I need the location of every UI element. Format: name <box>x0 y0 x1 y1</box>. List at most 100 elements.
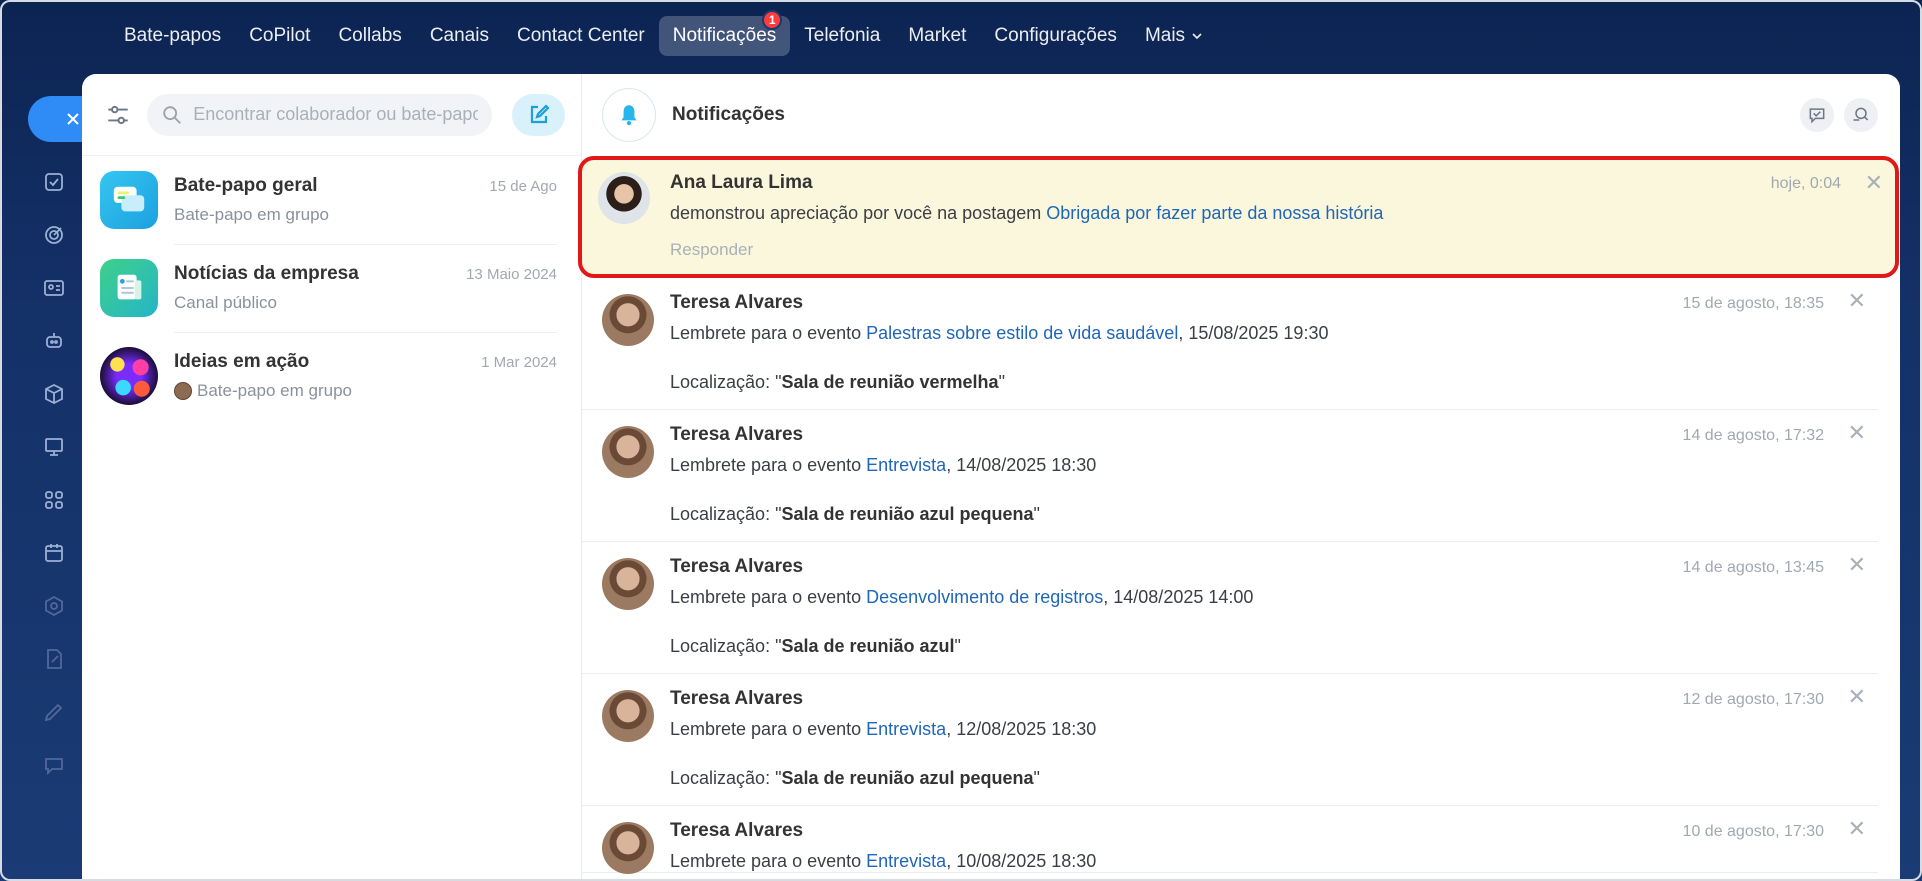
close-icon <box>67 113 79 125</box>
nav-contact-center[interactable]: Contact Center <box>503 16 659 56</box>
close-icon[interactable]: ✕ <box>1848 422 1866 444</box>
chat-name: Ideias em ação <box>174 351 310 372</box>
close-icon[interactable]: ✕ <box>1848 818 1866 840</box>
notification-time: 10 de agosto, 17:30 <box>1682 823 1824 840</box>
messenger-panel: Bate-papo geral 15 de Ago Bate-papo em g… <box>82 74 1900 881</box>
chat-name: Notícias da empresa <box>174 263 359 284</box>
close-icon[interactable]: ✕ <box>1848 554 1866 576</box>
location-suffix: " <box>1033 768 1040 788</box>
nav-label: Mais <box>1144 25 1186 46</box>
notification-text: Lembrete para o evento <box>670 851 867 871</box>
nav-telefonia[interactable]: Telefonia <box>790 16 894 56</box>
contact-card-icon[interactable] <box>34 268 74 308</box>
nav-bate-papos[interactable]: Bate-papos <box>110 16 235 56</box>
close-icon[interactable]: ✕ <box>1848 290 1866 312</box>
location-name: Sala de reunião azul pequena <box>781 504 1034 524</box>
location-name: Sala de reunião azul <box>781 636 955 656</box>
new-chat-button[interactable] <box>512 93 565 136</box>
notification-time: 12 de agosto, 17:30 <box>1682 691 1824 708</box>
event-link[interactable]: Palestras sobre estilo de vida saudável <box>866 323 1178 343</box>
chat-date: 15 de Ago <box>489 178 557 195</box>
nav-market[interactable]: Market <box>894 16 980 56</box>
avatar <box>602 294 654 346</box>
box-icon[interactable] <box>34 374 74 414</box>
nav-label: Notificações <box>672 25 777 46</box>
target-icon[interactable] <box>34 215 74 255</box>
event-link[interactable]: Entrevista <box>866 719 946 739</box>
nav-label: Market <box>908 25 967 46</box>
chat-name: Bate-papo geral <box>174 175 318 196</box>
nav-label: Canais <box>429 25 489 46</box>
nav-canais[interactable]: Canais <box>416 16 503 56</box>
nav-collabs[interactable]: Collabs <box>324 16 415 56</box>
chat-item[interactable]: Ideias em ação 1 Mar 2024 Bate-papo em g… <box>82 332 581 420</box>
chat-item[interactable]: Bate-papo geral 15 de Ago Bate-papo em g… <box>82 156 581 244</box>
presentation-icon[interactable] <box>34 427 74 467</box>
nav-copilot[interactable]: CoPilot <box>235 16 324 56</box>
avatar <box>602 690 654 742</box>
notification-item[interactable]: Teresa Alvares 12 de agosto, 17:30 ✕ Lem… <box>582 674 1878 806</box>
event-datetime: , 12/08/2025 18:30 <box>946 719 1097 739</box>
filter-icon[interactable] <box>102 99 133 131</box>
hexagon-icon[interactable] <box>34 586 74 626</box>
nav-label: CoPilot <box>249 25 311 46</box>
notification-text: Lembrete para o evento <box>670 719 867 739</box>
notification-author: Teresa Alvares <box>670 292 804 313</box>
close-icon[interactable]: ✕ <box>1848 686 1866 708</box>
chat-list-column: Bate-papo geral 15 de Ago Bate-papo em g… <box>82 74 582 881</box>
notification-author: Teresa Alvares <box>670 556 804 577</box>
robot-icon[interactable] <box>34 321 74 361</box>
notification-author: Ana Laura Lima <box>670 172 813 193</box>
location-name: Sala de reunião vermelha <box>781 372 999 392</box>
notification-text: Lembrete para o evento <box>670 455 867 475</box>
checkbox-icon[interactable] <box>34 162 74 202</box>
event-datetime: , 14/08/2025 18:30 <box>946 455 1097 475</box>
document-edit-icon[interactable] <box>34 639 74 679</box>
notification-count-badge: 1 <box>762 10 783 30</box>
notification-time: hoje, 0:04 <box>1770 175 1841 192</box>
location-prefix: Localização: " <box>670 636 782 656</box>
pen-icon[interactable] <box>34 692 74 732</box>
chat-icon[interactable] <box>34 745 74 785</box>
nav-label: Bate-papos <box>124 25 222 46</box>
search-icon <box>163 105 182 124</box>
chevron-down-icon <box>1191 30 1203 45</box>
channel-avatar <box>100 259 158 317</box>
reply-link[interactable]: Responder <box>670 240 1855 260</box>
notification-item[interactable]: Teresa Alvares 15 de agosto, 18:35 ✕ Lem… <box>582 278 1878 410</box>
compose-icon <box>530 103 550 123</box>
event-link[interactable]: Desenvolvimento de registros <box>866 587 1103 607</box>
mark-read-button[interactable] <box>1800 98 1834 132</box>
notification-author: Teresa Alvares <box>670 688 804 709</box>
nav-notificacoes[interactable]: Notificações 1 <box>658 10 791 56</box>
location-prefix: Localização: " <box>670 504 782 524</box>
notification-item[interactable]: Teresa Alvares 14 de agosto, 17:32 ✕ Lem… <box>582 410 1878 542</box>
notification-item[interactable]: Teresa Alvares 10 de agosto, 17:30 ✕ Lem… <box>582 806 1878 874</box>
event-datetime: , 14/08/2025 14:00 <box>1103 587 1254 607</box>
calendar-grid-icon[interactable] <box>34 533 74 573</box>
notifications-column: Notificações Ana Laura Lima hoje, 0:04 ✕… <box>578 74 1900 881</box>
search-input[interactable] <box>193 104 479 125</box>
nav-mais[interactable]: Mais <box>1131 16 1217 56</box>
notification-time: 15 de agosto, 18:35 <box>1682 295 1824 312</box>
location-prefix: Localização: " <box>670 372 782 392</box>
notification-text: demonstrou apreciação por você na postag… <box>670 203 1047 223</box>
chat-date: 13 Maio 2024 <box>466 266 557 283</box>
location-suffix: " <box>954 636 961 656</box>
nav-configuracoes[interactable]: Configurações <box>980 16 1131 56</box>
last-sender-avatar <box>174 382 192 400</box>
location-suffix: " <box>998 372 1005 392</box>
search-box <box>147 93 493 136</box>
event-link[interactable]: Entrevista <box>866 455 946 475</box>
bell-icon <box>602 88 656 142</box>
history-button[interactable] <box>1844 98 1878 132</box>
close-icon[interactable]: ✕ <box>1865 172 1883 194</box>
event-datetime: , 10/08/2025 18:30 <box>946 851 1097 871</box>
event-link[interactable]: Entrevista <box>866 851 946 871</box>
apps-icon[interactable] <box>34 480 74 520</box>
chat-item[interactable]: Notícias da empresa 13 Maio 2024 Canal p… <box>82 244 581 332</box>
nav-label: Configurações <box>994 25 1117 46</box>
post-link[interactable]: Obrigada por fazer parte da nossa histór… <box>1046 203 1383 223</box>
notification-item[interactable]: Teresa Alvares 14 de agosto, 13:45 ✕ Lem… <box>582 542 1878 674</box>
notification-item-highlighted[interactable]: Ana Laura Lima hoje, 0:04 ✕ demonstrou a… <box>578 156 1899 278</box>
